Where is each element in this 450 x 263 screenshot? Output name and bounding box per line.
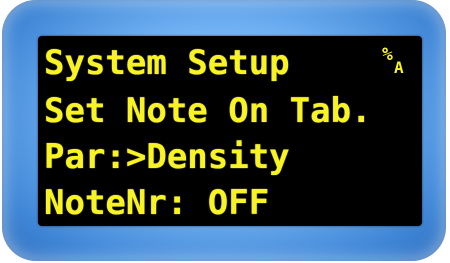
input-mode-icon: % A — [382, 46, 410, 80]
mode-icon-top: % — [382, 44, 393, 65]
note-number-value: NoteNr: OFF — [44, 183, 270, 223]
screen-title: System Setup — [44, 43, 290, 83]
menu-item-label: Set Note On Tab. — [44, 91, 372, 131]
mode-icon-bottom: A — [394, 58, 404, 77]
parameter-selector: Par:>Density — [44, 137, 290, 177]
lcd-screen: System Setup % A Set Note On Tab. Par:>D… — [38, 36, 422, 226]
display-bezel: System Setup % A Set Note On Tab. Par:>D… — [2, 0, 446, 261]
